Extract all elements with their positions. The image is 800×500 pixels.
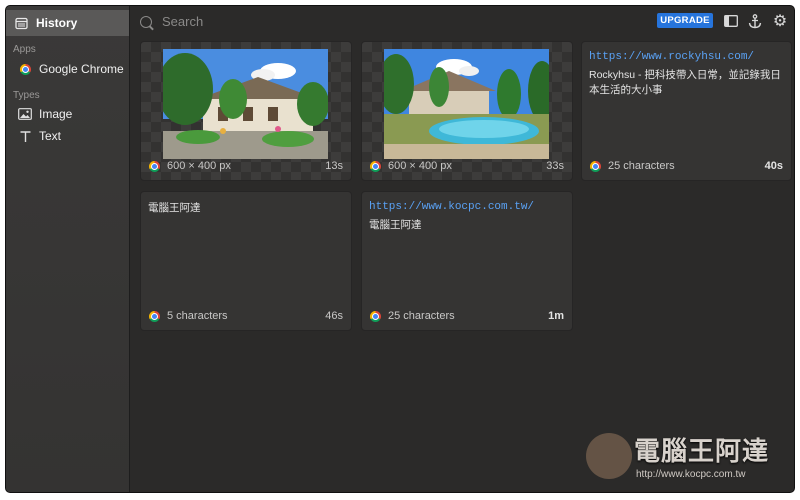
card-footer: 5 characters 46s [149,308,343,324]
search-icon [140,15,152,28]
clipboard-card-text[interactable]: https://www.rockyhsu.com/ Rockyhsu - 把科技… [581,41,792,181]
sidebar-item-google-chrome[interactable]: Google Chrome [18,60,124,78]
sidebar-item-label: Image [39,107,73,121]
card-age: 40s [764,160,783,172]
sidebar-item-history[interactable]: History [6,10,129,36]
card-age: 33s [546,160,564,172]
section-header-apps: Apps [13,44,36,55]
chrome-icon [149,310,160,322]
card-text: Rockyhsu - 把科技帶入日常，並記錄我日本生活的大小事 [589,69,781,96]
chrome-icon [370,160,381,172]
card-footer: 25 characters 40s [590,158,783,174]
card-url[interactable]: https://www.kocpc.com.tw/ [369,201,534,213]
chrome-icon [18,62,32,76]
section-header-types: Types [13,90,40,101]
watermark-logo: 電腦王阿達 http://www.kocpc.com.tw [586,431,786,486]
app-window: History Apps Google Chrome Types Image T… [6,6,794,492]
card-text: 電腦王阿達 [369,219,422,231]
card-age: 46s [325,310,343,322]
card-meta: 25 characters [608,160,675,172]
watermark-url: http://www.kocpc.com.tw [636,469,746,480]
card-age: 1m [548,310,564,322]
sidebar-item-image[interactable]: Image [18,105,72,123]
image-icon [18,107,32,121]
search-bar [140,13,364,30]
clipboard-card-image[interactable]: 600 × 400 px 13s [140,41,352,181]
image-thumbnail [384,49,549,159]
card-footer: 600 × 400 px 13s [149,158,343,174]
chrome-icon [590,160,601,172]
card-age: 13s [325,160,343,172]
text-icon [18,129,32,143]
chrome-icon [149,160,160,172]
sidebar-toggle-icon[interactable] [723,13,739,29]
card-meta: 25 characters [388,310,455,322]
upgrade-button[interactable]: UPGRADE [657,13,713,28]
image-thumbnail [163,49,328,159]
card-text: 電腦王阿達 [148,202,201,214]
clipboard-card-image[interactable]: 600 × 400 px 33s [361,41,573,181]
sidebar-item-text[interactable]: Text [18,127,61,145]
sidebar: History Apps Google Chrome Types Image T… [6,6,130,492]
clipboard-card-text[interactable]: 電腦王阿達 5 characters 46s [140,191,352,331]
anchor-icon[interactable] [747,13,763,29]
search-input[interactable] [160,13,364,30]
mascot-icon [586,433,632,479]
card-url[interactable]: https://www.rockyhsu.com/ [589,51,754,63]
gear-icon[interactable]: ⚙ [772,13,788,30]
clipboard-card-text[interactable]: https://www.kocpc.com.tw/ 電腦王阿達 25 chara… [361,191,573,331]
history-icon [15,17,28,30]
card-footer: 600 × 400 px 33s [370,158,564,174]
card-meta: 600 × 400 px [388,160,452,172]
watermark-title: 電腦王阿達 [634,436,770,466]
sidebar-item-label: Text [39,129,62,143]
toolbar: UPGRADE ⚙ [130,6,794,36]
card-footer: 25 characters 1m [370,308,564,324]
card-meta: 600 × 400 px [167,160,231,172]
card-meta: 5 characters [167,310,228,322]
sidebar-item-label: History [36,16,78,30]
chrome-icon [370,310,381,322]
sidebar-item-label: Google Chrome [39,62,124,76]
